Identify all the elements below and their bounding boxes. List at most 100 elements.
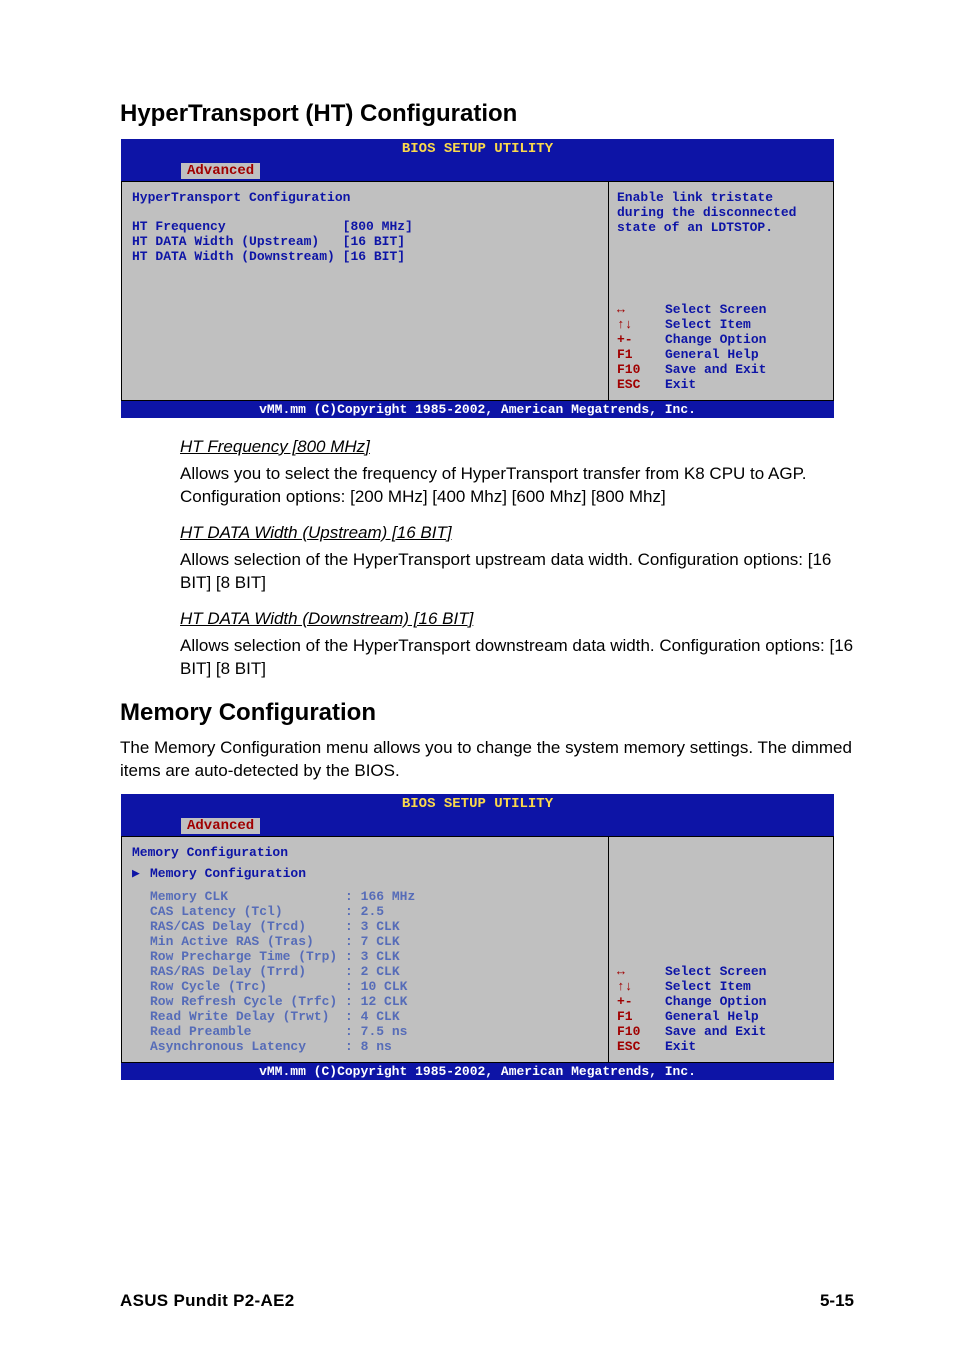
bios-setting-row[interactable]: HT DATA Width (Downstream) [16 BIT]: [132, 249, 598, 264]
arrows-up-down-icon: ↑↓: [617, 979, 665, 994]
bios-key-label: Select Screen: [665, 302, 766, 317]
bios-setting-row: Memory CLK : 166 MHz: [150, 889, 598, 904]
bios-tab-advanced: Advanced: [181, 163, 260, 179]
setting-item-desc: Allows selection of the HyperTransport d…: [180, 635, 854, 681]
esc-key-icon: ESC: [617, 1039, 665, 1054]
f10-key-icon: F10: [617, 362, 665, 377]
submenu-arrow-icon: ▶: [132, 866, 150, 881]
bios-setting-label: Row Refresh Cycle (Trfc) :: [150, 994, 361, 1009]
bios-setting-label: Row Precharge Time (Trp) :: [150, 949, 361, 964]
bios-tab-row: Advanced: [121, 814, 834, 836]
plus-minus-icon: +-: [617, 332, 665, 347]
bios-setting-row: Asynchronous Latency : 8 ns: [150, 1039, 598, 1054]
bios-key-legend: ↔Select Screen ↑↓Select Item +-Change Op…: [617, 964, 825, 1054]
setting-item-title: HT Frequency [800 MHz]: [180, 437, 854, 457]
bios-submenu-row[interactable]: ▶ Memory Configuration: [132, 866, 598, 881]
bios-setting-row: Row Refresh Cycle (Trfc) : 12 CLK: [150, 994, 598, 1009]
bios-setting-row: RAS/CAS Delay (Trcd) : 3 CLK: [150, 919, 598, 934]
bios-setting-row: CAS Latency (Tcl) : 2.5: [150, 904, 598, 919]
bios-setting-row: Read Write Delay (Trwt) : 4 CLK: [150, 1009, 598, 1024]
bios-setting-label: Row Cycle (Trc) :: [150, 979, 361, 994]
bios-setting-value: [16 BIT]: [343, 234, 405, 249]
bios-setting-label: RAS/CAS Delay (Trcd) :: [150, 919, 361, 934]
bios-setting-label: Memory CLK :: [150, 889, 361, 904]
bios-help-text: Enable link tristate during the disconne…: [617, 190, 825, 235]
footer-product: ASUS Pundit P2-AE2: [120, 1291, 294, 1311]
bios-setting-label: HT Frequency: [132, 219, 343, 234]
bios-setting-row: Read Preamble : 7.5 ns: [150, 1024, 598, 1039]
bios-key-legend: ↔Select Screen ↑↓Select Item +-Change Op…: [617, 302, 825, 392]
bios-setting-label: CAS Latency (Tcl) :: [150, 904, 361, 919]
bios-setting-value: 10 CLK: [361, 979, 408, 994]
bios-setting-value: 3 CLK: [361, 919, 400, 934]
setting-item-title: HT DATA Width (Downstream) [16 BIT]: [180, 609, 854, 629]
bios-side-panel: ↔Select Screen ↑↓Select Item +-Change Op…: [609, 836, 834, 1063]
bios-main-panel: HyperTransport Configuration HT Frequenc…: [121, 181, 609, 401]
page-footer: ASUS Pundit P2-AE2 5-15: [120, 1291, 854, 1311]
bios-footer: vMM.mm (C)Copyright 1985-2002, American …: [121, 1063, 834, 1080]
bios-title: BIOS SETUP UTILITY: [121, 139, 834, 159]
bios-section-title: HyperTransport Configuration: [132, 190, 598, 205]
bios-setting-value: 166 MHz: [361, 889, 416, 904]
bios-key-label: Change Option: [665, 994, 766, 1009]
bios-setting-value: 4 CLK: [361, 1009, 400, 1024]
setting-item-title: HT DATA Width (Upstream) [16 BIT]: [180, 523, 854, 543]
bios-key-label: Select Item: [665, 979, 751, 994]
bios-title: BIOS SETUP UTILITY: [121, 794, 834, 814]
arrows-left-right-icon: ↔: [617, 964, 665, 979]
bios-setting-label: Read Preamble :: [150, 1024, 361, 1039]
setting-item-desc: Allows you to select the frequency of Hy…: [180, 463, 854, 509]
bios-setting-label: Read Write Delay (Trwt) :: [150, 1009, 361, 1024]
bios-setting-value: 2.5: [361, 904, 384, 919]
bios-tab-row: Advanced: [121, 159, 834, 181]
bios-key-label: Select Screen: [665, 964, 766, 979]
bios-key-label: General Help: [665, 347, 759, 362]
bios-key-label: Exit: [665, 377, 696, 392]
bios-side-panel: Enable link tristate during the disconne…: [609, 181, 834, 401]
bios-setting-row: Min Active RAS (Tras) : 7 CLK: [150, 934, 598, 949]
bios-main-panel: Memory Configuration ▶ Memory Configurat…: [121, 836, 609, 1063]
bios-setting-label: RAS/RAS Delay (Trrd) :: [150, 964, 361, 979]
bios-setting-value: [800 MHz]: [343, 219, 413, 234]
section-heading-memory: Memory Configuration: [120, 699, 854, 727]
bios-setting-value: 3 CLK: [361, 949, 400, 964]
arrows-left-right-icon: ↔: [617, 302, 665, 317]
bios-dimmed-group: Memory CLK : 166 MHz CAS Latency (Tcl) :…: [132, 889, 598, 1054]
bios-setting-label: Asynchronous Latency :: [150, 1039, 361, 1054]
bios-setting-row[interactable]: HT DATA Width (Upstream) [16 BIT]: [132, 234, 598, 249]
bios-tab-advanced: Advanced: [181, 818, 260, 834]
section-intro: The Memory Configuration menu allows you…: [120, 737, 854, 783]
bios-screenshot-ht: BIOS SETUP UTILITY Advanced HyperTranspo…: [120, 138, 835, 419]
bios-setting-value: 8 ns: [361, 1039, 392, 1054]
bios-section-title: Memory Configuration: [132, 845, 598, 860]
esc-key-icon: ESC: [617, 377, 665, 392]
setting-item-desc: Allows selection of the HyperTransport u…: [180, 549, 854, 595]
bios-setting-label: HT DATA Width (Upstream): [132, 234, 343, 249]
bios-key-label: Exit: [665, 1039, 696, 1054]
plus-minus-icon: +-: [617, 994, 665, 1009]
bios-setting-value: [16 BIT]: [343, 249, 405, 264]
bios-key-label: General Help: [665, 1009, 759, 1024]
bios-key-label: Change Option: [665, 332, 766, 347]
footer-page-num: 5-15: [820, 1291, 854, 1311]
bios-setting-row[interactable]: HT Frequency [800 MHz]: [132, 219, 598, 234]
f10-key-icon: F10: [617, 1024, 665, 1039]
bios-setting-row: Row Cycle (Trc) : 10 CLK: [150, 979, 598, 994]
bios-setting-value: 7.5 ns: [361, 1024, 408, 1039]
bios-setting-value: 2 CLK: [361, 964, 400, 979]
section-heading-ht: HyperTransport (HT) Configuration: [120, 100, 854, 128]
bios-key-label: Save and Exit: [665, 362, 766, 377]
bios-setting-value: 12 CLK: [361, 994, 408, 1009]
arrows-up-down-icon: ↑↓: [617, 317, 665, 332]
bios-screenshot-memory: BIOS SETUP UTILITY Advanced Memory Confi…: [120, 793, 835, 1081]
bios-setting-row: Row Precharge Time (Trp) : 3 CLK: [150, 949, 598, 964]
bios-setting-label: Min Active RAS (Tras) :: [150, 934, 361, 949]
bios-setting-label: HT DATA Width (Downstream): [132, 249, 343, 264]
bios-key-label: Save and Exit: [665, 1024, 766, 1039]
bios-footer: vMM.mm (C)Copyright 1985-2002, American …: [121, 401, 834, 418]
f1-key-icon: F1: [617, 1009, 665, 1024]
bios-setting-row: RAS/RAS Delay (Trrd) : 2 CLK: [150, 964, 598, 979]
bios-setting-value: 7 CLK: [361, 934, 400, 949]
bios-submenu-label: Memory Configuration: [150, 866, 306, 881]
bios-key-label: Select Item: [665, 317, 751, 332]
